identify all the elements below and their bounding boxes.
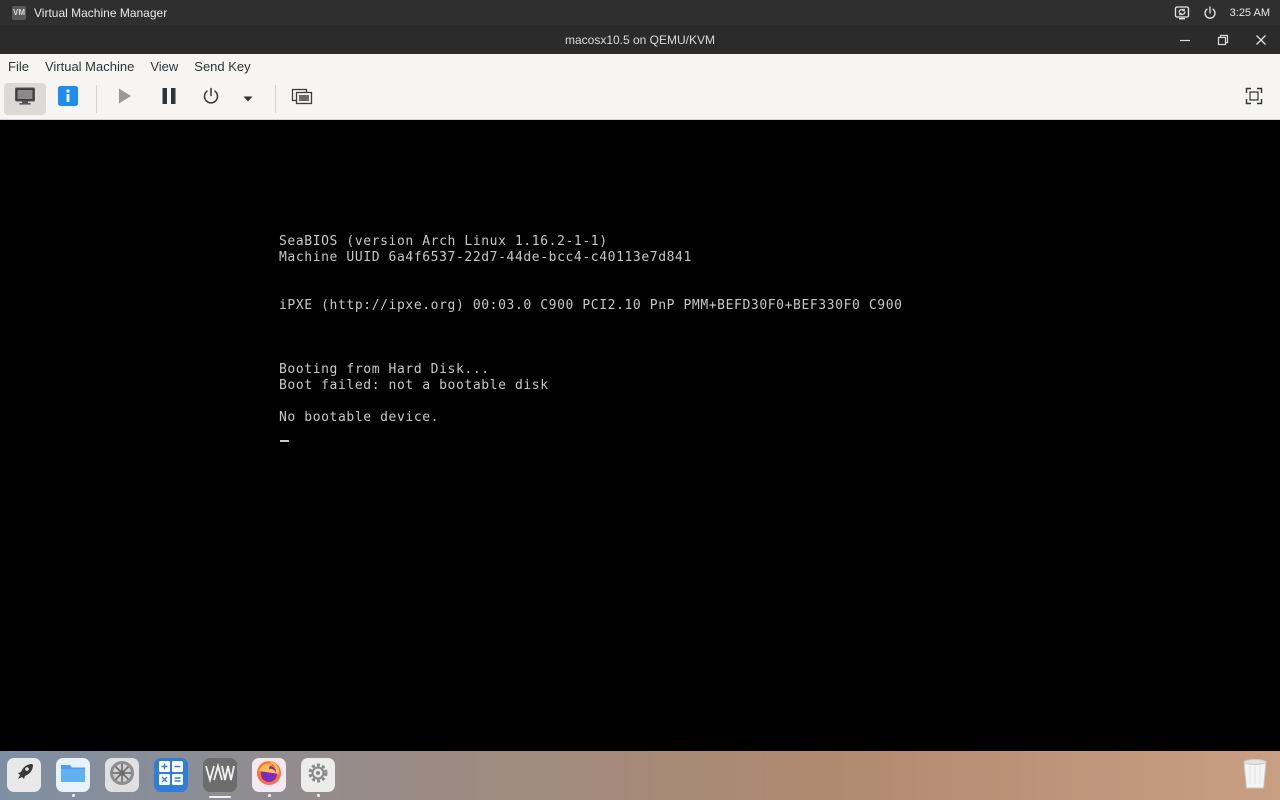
- toolbar-separator: [275, 84, 276, 113]
- console-line: Boot failed: not a bootable disk: [279, 378, 549, 393]
- virt-manager-app-icon: VM: [12, 5, 26, 20]
- power-icon[interactable]: [1202, 5, 1218, 21]
- window-title-bar[interactable]: macosx10.5 on QEMU/KVM: [0, 25, 1280, 54]
- active-indicator: [209, 796, 231, 798]
- menu-send-key[interactable]: Send Key: [186, 54, 258, 78]
- system-top-panel: VM Virtual Machine Manager 3:25 AM: [0, 0, 1280, 25]
- system-tray: 3:25 AM: [1174, 5, 1280, 21]
- vm-console-display[interactable]: SeaBIOS (version Arch Linux 1.16.2-1-1) M…: [0, 120, 1280, 751]
- settings-gear-icon: [305, 760, 331, 791]
- calculator-icon: [158, 760, 184, 791]
- fullscreen-button[interactable]: [1236, 83, 1272, 115]
- fullscreen-icon: [1245, 87, 1263, 110]
- firefox-button[interactable]: [252, 758, 286, 797]
- console-line: Booting from Hard Disk...: [279, 362, 490, 377]
- screenshot-icon: [291, 86, 313, 111]
- shutdown-menu-button[interactable]: [235, 83, 261, 115]
- menu-file[interactable]: File: [0, 54, 37, 78]
- details-info-icon: [57, 85, 79, 112]
- window-controls: [1166, 25, 1280, 54]
- launchpad-icon: [12, 761, 36, 790]
- files-icon: [59, 761, 87, 790]
- running-indicator: [267, 794, 271, 797]
- files-button[interactable]: [56, 758, 90, 797]
- restore-button[interactable]: [1204, 25, 1242, 54]
- window-title: macosx10.5 on QEMU/KVM: [564, 32, 716, 47]
- menu-virtual-machine[interactable]: Virtual Machine: [37, 54, 142, 78]
- run-icon: [117, 87, 133, 110]
- running-indicator: [71, 794, 75, 797]
- virt-manager-icon: [205, 762, 235, 788]
- console-line: No bootable device.: [279, 410, 440, 425]
- toolbar: [0, 78, 1280, 120]
- active-app-name[interactable]: Virtual Machine Manager: [34, 6, 167, 20]
- trash-button[interactable]: [1238, 758, 1272, 792]
- menu-view[interactable]: View: [142, 54, 186, 78]
- console-view-icon: [14, 86, 36, 111]
- virt-manager-button[interactable]: [203, 758, 237, 798]
- system-settings-button[interactable]: [105, 758, 139, 792]
- calculator-button[interactable]: [154, 758, 188, 792]
- toolbar-separator: [96, 84, 97, 113]
- minimize-button[interactable]: [1166, 25, 1204, 54]
- console-view-button[interactable]: [4, 82, 46, 115]
- bios-output: SeaBIOS (version Arch Linux 1.16.2-1-1) M…: [279, 234, 903, 426]
- launchpad-button[interactable]: [7, 758, 41, 792]
- console-line: iPXE (http://ipxe.org) 00:03.0 C900 PCI2…: [279, 298, 903, 313]
- shutdown-menu-arrow-icon: [242, 90, 254, 108]
- clock[interactable]: 3:25 AM: [1230, 7, 1270, 19]
- text-cursor: [280, 440, 289, 442]
- trash-icon: [1240, 756, 1270, 795]
- firefox-icon: [255, 759, 283, 792]
- pause-icon: [161, 87, 177, 110]
- menu-bar: File Virtual Machine View Send Key: [0, 54, 1280, 78]
- dock: [0, 751, 1280, 800]
- settings-button[interactable]: [301, 758, 335, 797]
- system-settings-icon: [108, 759, 136, 792]
- screenshot-button[interactable]: [284, 83, 320, 115]
- pause-button[interactable]: [149, 83, 189, 115]
- close-button[interactable]: [1242, 25, 1280, 54]
- display-sync-icon[interactable]: [1174, 5, 1190, 21]
- console-line: SeaBIOS (version Arch Linux 1.16.2-1-1): [279, 234, 608, 249]
- run-button[interactable]: [105, 83, 145, 115]
- console-line: Machine UUID 6a4f6537-22d7-44de-bcc4-c40…: [279, 250, 692, 265]
- shutdown-button[interactable]: [191, 83, 231, 115]
- shutdown-icon: [202, 87, 220, 110]
- running-indicator: [316, 794, 320, 797]
- details-button[interactable]: [48, 83, 88, 115]
